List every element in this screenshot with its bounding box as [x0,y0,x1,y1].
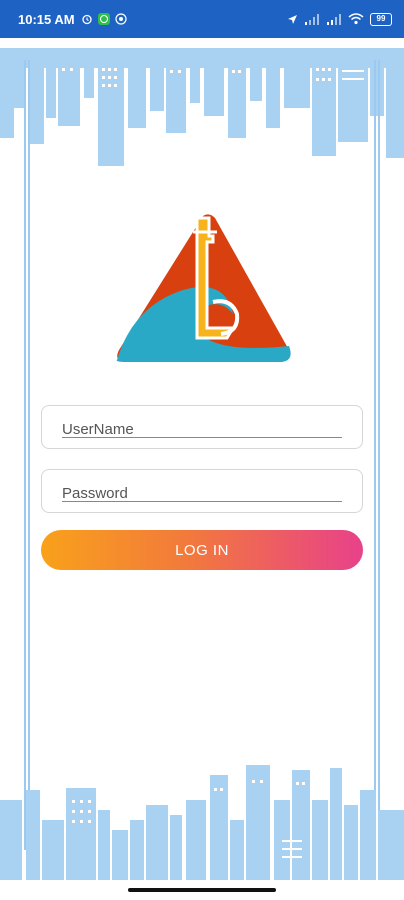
username-underline [62,437,342,438]
status-time: 10:15 AM [18,11,75,27]
status-left-icons [81,13,127,25]
navigation-gesture-bar[interactable] [128,888,276,892]
frame-right-line [378,60,380,850]
password-input[interactable] [62,470,342,512]
status-bar: 10:15 AM 99 [0,0,404,38]
login-button[interactable]: LOG IN [41,530,363,570]
password-underline [62,501,342,502]
whatsapp-icon [97,13,110,25]
skyline-top-decoration [0,48,404,166]
username-field[interactable] [41,405,363,449]
username-input[interactable] [62,406,342,448]
frame-left-line [24,60,26,850]
app-logo [116,214,291,362]
frame-left-line-inner [28,60,30,850]
signal-icon [305,13,319,25]
battery-indicator: 99 [370,12,392,26]
skyline-bottom-decoration [0,765,404,880]
frame-right-line-inner [374,60,376,850]
password-field[interactable] [41,469,363,513]
wifi-icon [348,13,364,25]
status-right-icons: 99 [287,12,392,26]
signal-icon [327,13,341,25]
location-arrow-icon [288,14,297,24]
vpn-icon [115,13,127,25]
alarm-icon [81,14,92,25]
